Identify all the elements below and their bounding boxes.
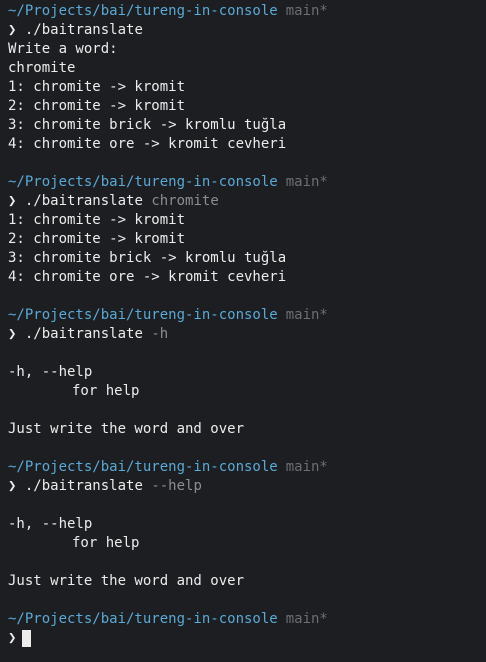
cwd-path: ~/Projects/bai/tureng-in-console (8, 3, 278, 19)
output-line: 2: chromite -> kromit (8, 231, 186, 247)
prompt-path-line: ~/Projects/bai/tureng-in-console main* (8, 306, 486, 325)
git-branch: main* (285, 611, 328, 627)
output-line: 1: chromite -> kromit (8, 212, 186, 228)
output-line: 4: chromite ore -> kromit cevheri (8, 136, 287, 152)
prompt-symbol: ❯ (8, 630, 17, 646)
terminal-window[interactable]: ~/Projects/bai/tureng-in-console main* ❯ … (0, 0, 486, 662)
active-command-line[interactable]: ❯ (8, 629, 486, 648)
command-text: ./baitranslate (24, 193, 143, 209)
prompt-path-line: ~/Projects/bai/tureng-in-console main* (8, 610, 486, 629)
prompt-symbol: ❯ (8, 326, 17, 342)
output-line: 3: chromite brick -> kromlu tuğla (8, 250, 287, 266)
git-branch: main* (285, 307, 328, 323)
prompt-symbol: ❯ (8, 478, 17, 494)
text-cursor[interactable] (22, 629, 32, 647)
cwd-path: ~/Projects/bai/tureng-in-console (8, 459, 278, 475)
output-line: 4: chromite ore -> kromit cevheri (8, 269, 287, 285)
prompt-symbol: ❯ (8, 22, 17, 38)
output-line: 1: chromite -> kromit (8, 79, 186, 95)
command-text: ./baitranslate (24, 326, 143, 342)
output-line: 2: chromite -> kromit (8, 98, 186, 114)
cwd-path: ~/Projects/bai/tureng-in-console (8, 307, 278, 323)
cwd-path: ~/Projects/bai/tureng-in-console (8, 174, 278, 190)
output-line: Just write the word and over (8, 573, 245, 589)
prompt-path-line: ~/Projects/bai/tureng-in-console main* (8, 2, 486, 21)
command-argument: --help (151, 478, 202, 494)
output-line: -h, --help (8, 364, 93, 380)
output-line: for help (72, 535, 140, 551)
command-argument: -h (151, 326, 169, 342)
git-branch: main* (285, 3, 328, 19)
command-text: ./baitranslate (24, 22, 143, 38)
output-line: for help (72, 383, 140, 399)
command-line: ❯ ./baitranslate --help (8, 477, 486, 496)
git-branch: main* (285, 174, 328, 190)
command-argument: chromite (151, 193, 219, 209)
command-text: ./baitranslate (24, 478, 143, 494)
output-line: chromite (8, 60, 76, 76)
output-line: -h, --help (8, 516, 93, 532)
cwd-path: ~/Projects/bai/tureng-in-console (8, 611, 278, 627)
prompt-symbol: ❯ (8, 193, 17, 209)
command-line: ❯ ./baitranslate chromite (8, 192, 486, 211)
git-branch: main* (285, 459, 328, 475)
prompt-path-line: ~/Projects/bai/tureng-in-console main* (8, 458, 486, 477)
output-line: Just write the word and over (8, 421, 245, 437)
command-line: ❯ ./baitranslate (8, 21, 486, 40)
output-line: 3: chromite brick -> kromlu tuğla (8, 117, 287, 133)
output-line: Write a word: (8, 41, 118, 57)
prompt-path-line: ~/Projects/bai/tureng-in-console main* (8, 173, 486, 192)
command-line: ❯ ./baitranslate -h (8, 325, 486, 344)
